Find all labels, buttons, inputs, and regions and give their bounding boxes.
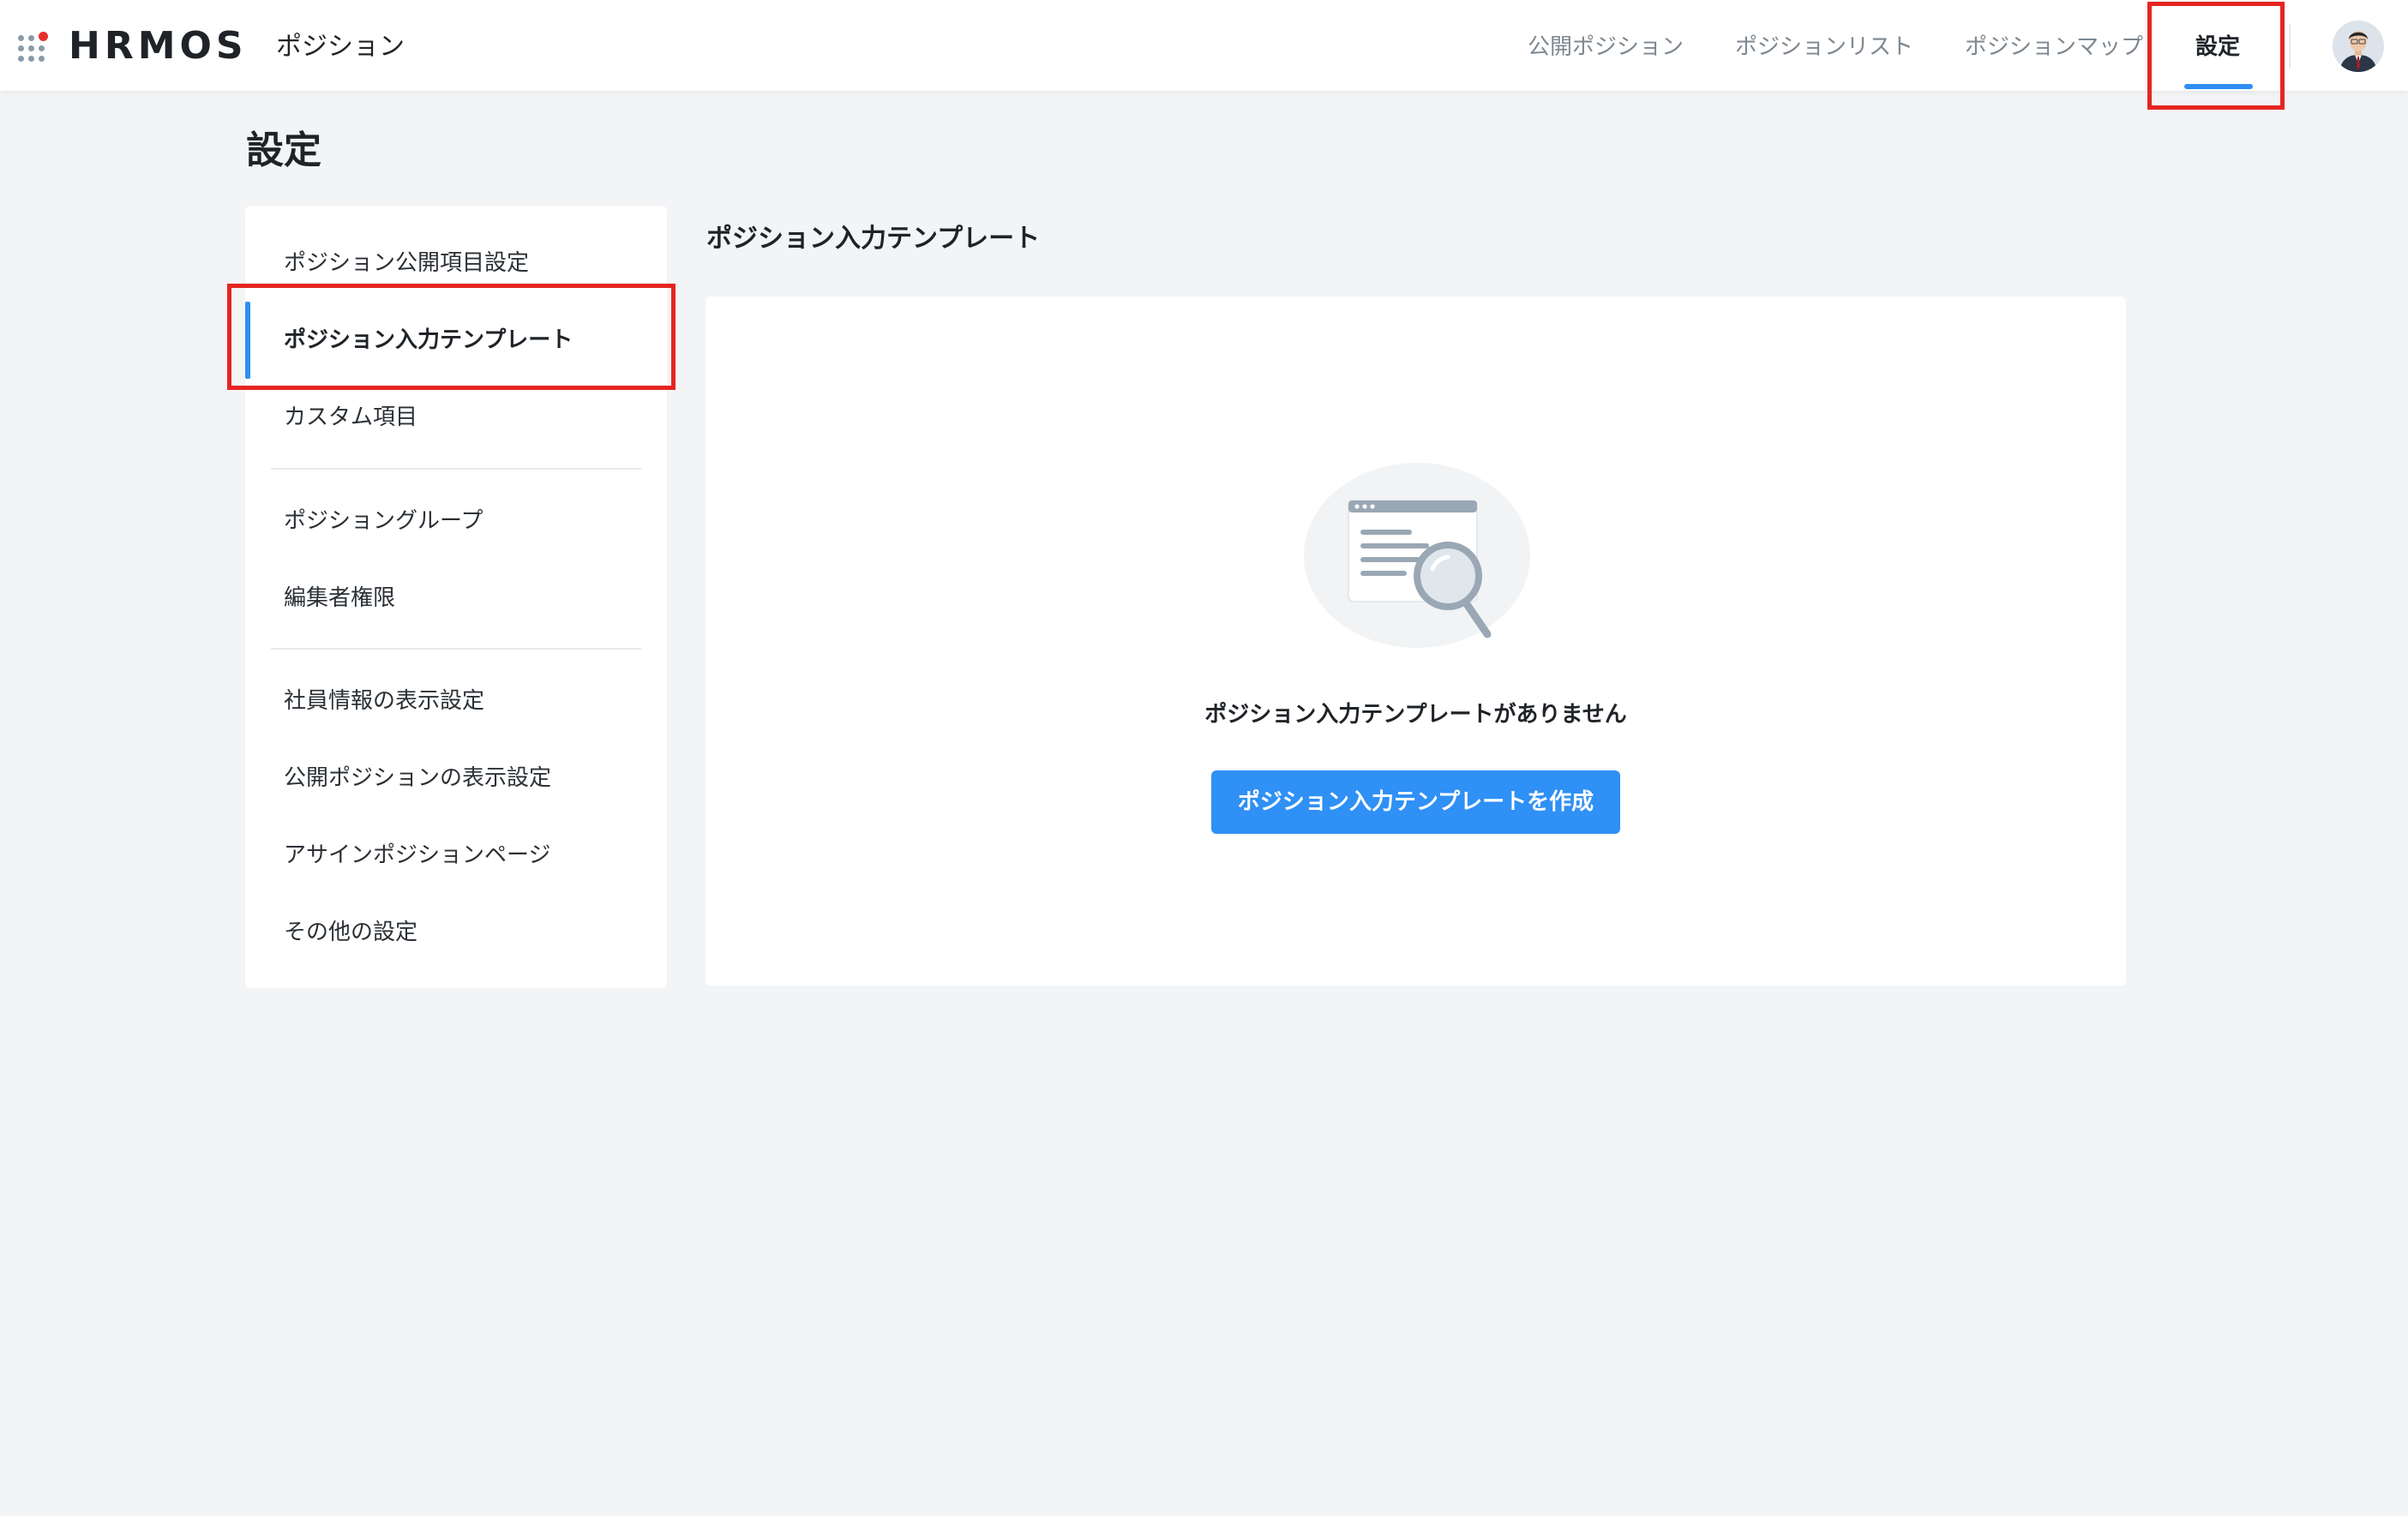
- sidebar-item-editor-permissions[interactable]: 編集者権限: [245, 560, 667, 637]
- create-template-button[interactable]: ポジション入力テンプレートを作成: [1211, 770, 1620, 834]
- sidebar-item-custom-fields[interactable]: カスタム項目: [245, 379, 667, 456]
- nav-divider: [2289, 24, 2291, 69]
- document-magnifier-icon: [1304, 463, 1535, 660]
- sidebar-divider: [271, 468, 641, 470]
- sidebar-item-other-settings[interactable]: その他の設定: [245, 894, 667, 971]
- product-name: ポジション: [276, 32, 405, 62]
- nav-position-list[interactable]: ポジションリスト: [1735, 27, 1913, 67]
- section-title: ポジション入力テンプレート: [706, 224, 1041, 254]
- sidebar-item-position-groups[interactable]: ポジショングループ: [245, 482, 667, 560]
- hrmos-logo[interactable]: HRMOS: [69, 22, 248, 70]
- highlight-sidebar-input-template: [227, 284, 676, 390]
- user-avatar[interactable]: [2333, 21, 2384, 72]
- sidebar-item-employee-display-settings[interactable]: 社員情報の表示設定: [245, 662, 667, 740]
- nav-position-map[interactable]: ポジションマップ: [1965, 27, 2143, 67]
- sidebar-item-public-position-display-settings[interactable]: 公開ポジションの表示設定: [245, 740, 667, 817]
- empty-state-message: ポジション入力テンプレートがありません: [1204, 702, 1627, 728]
- page-title: 設定: [246, 129, 321, 172]
- sidebar-divider: [271, 648, 641, 650]
- template-list-card: ポジション入力テンプレートがありません ポジション入力テンプレートを作成: [706, 297, 2126, 986]
- sidebar-item-assign-position-page[interactable]: アサインポジションページ: [245, 817, 667, 894]
- nav-public-positions[interactable]: 公開ポジション: [1528, 27, 1684, 67]
- top-bar: HRMOS ポジション 公開ポジション ポジションリスト ポジションマップ 設定: [0, 0, 2408, 91]
- person-icon: [2333, 21, 2384, 72]
- app-switcher-icon[interactable]: [18, 32, 51, 63]
- highlight-nav-settings: [2147, 2, 2285, 110]
